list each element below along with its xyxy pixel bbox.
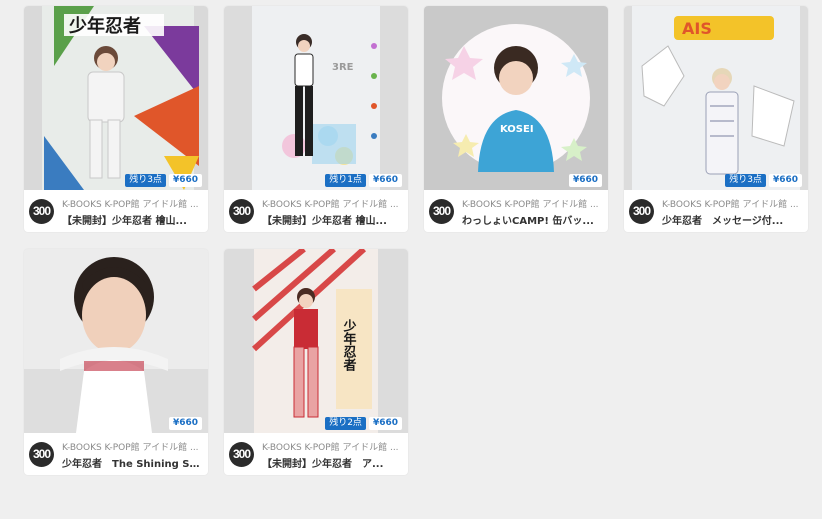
svg-text:3RE: 3RE [332, 62, 354, 73]
shop-avatar[interactable]: 300 [629, 199, 654, 224]
stock-badge: 残り2点 [325, 417, 366, 430]
product-card[interactable]: 少年忍者 残り2点 ¥660 300 K-BOOKS K-POP館 アイドル館 … [224, 249, 408, 475]
product-card[interactable]: AIS 残り3点 ¥660 300 K-BOOKS K-POP館 アイドル館 .… [624, 6, 808, 232]
price-tag: ¥660 [168, 174, 202, 187]
stock-badge: 残り3点 [725, 174, 766, 187]
shop-name[interactable]: K-BOOKS K-POP館 アイドル館 ... [662, 197, 802, 210]
product-card[interactable]: ¥660 300 K-BOOKS K-POP館 アイドル館 ... 少年忍者 T… [24, 249, 208, 475]
product-image[interactable]: KOSEI ¥660 [424, 6, 608, 190]
price-tag: ¥660 [368, 417, 402, 430]
product-image[interactable]: 少年忍者 残り3点 ¥660 [24, 6, 208, 190]
price-tag: ¥660 [768, 174, 802, 187]
shop-name[interactable]: K-BOOKS K-POP館 アイドル館 ... [262, 440, 402, 453]
product-image[interactable]: AIS 残り3点 ¥660 [624, 6, 808, 190]
stock-badge: 残り1点 [325, 174, 366, 187]
svg-text:KOSEI: KOSEI [500, 124, 534, 135]
product-image[interactable]: 3RE 残り1点 ¥660 [224, 6, 408, 190]
product-image[interactable]: 少年忍者 残り2点 ¥660 [224, 249, 408, 433]
shop-name[interactable]: K-BOOKS K-POP館 アイドル館 ... [62, 197, 202, 210]
product-card[interactable]: KOSEI ¥660 300 K-BOOKS K-POP館 アイドル館 ... … [424, 6, 608, 232]
svg-text:少年忍者: 少年忍者 [341, 318, 358, 372]
product-title[interactable]: 【未開封】少年忍者 檜山... [62, 212, 202, 227]
product-title[interactable]: わっしょいCAMP! 缶バッ... [462, 212, 602, 227]
shop-avatar[interactable]: 300 [229, 199, 254, 224]
shop-name[interactable]: K-BOOKS K-POP館 アイドル館 ... [262, 197, 402, 210]
shop-avatar[interactable]: 300 [429, 199, 454, 224]
price-tag: ¥660 [168, 417, 202, 430]
shop-avatar[interactable]: 300 [229, 442, 254, 467]
price-tag: ¥660 [568, 174, 602, 187]
shop-avatar[interactable]: 300 [29, 442, 54, 467]
product-title[interactable]: 【未開封】少年忍者 檜山... [262, 212, 402, 227]
product-card[interactable]: 3RE 残り1点 ¥660 300 K-BOOKS K-POP館 アイドル館 .… [224, 6, 408, 232]
shop-avatar[interactable]: 300 [29, 199, 54, 224]
shop-name[interactable]: K-BOOKS K-POP館 アイドル館 ... [462, 197, 602, 210]
product-image[interactable]: ¥660 [24, 249, 208, 433]
product-title[interactable]: 少年忍者 メッセージ付... [662, 212, 802, 227]
product-title[interactable]: 【未開封】少年忍者 ア... [262, 455, 402, 470]
svg-text:AIS: AIS [682, 19, 712, 38]
shop-name[interactable]: K-BOOKS K-POP館 アイドル館 ... [62, 440, 202, 453]
product-title[interactable]: 少年忍者 The Shining St... [62, 455, 202, 470]
svg-text:少年忍者: 少年忍者 [68, 15, 141, 37]
stock-badge: 残り3点 [125, 174, 166, 187]
product-card[interactable]: 少年忍者 残り3点 ¥660 300 K-BOOKS K-POP館 アイドル館 … [24, 6, 208, 232]
price-tag: ¥660 [368, 174, 402, 187]
